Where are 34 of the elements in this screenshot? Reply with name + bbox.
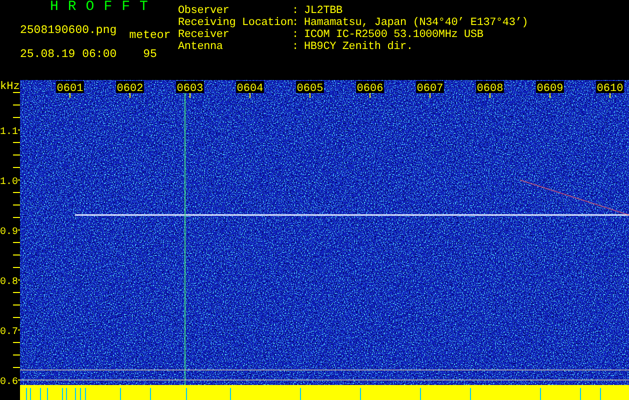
info-colon: : <box>292 17 300 29</box>
app-title: HROFFT <box>50 0 158 15</box>
info-colon: : <box>292 5 300 17</box>
info-value: HB9CY Zenith dir. <box>304 41 414 53</box>
info-label: Receiver <box>178 29 230 41</box>
time-label: 0601 <box>56 81 84 95</box>
time-label: 0605 <box>296 81 324 95</box>
info-label: Observer <box>178 5 230 17</box>
count-label: meteor <box>129 29 171 42</box>
time-label: 0602 <box>116 81 144 95</box>
timestamp: 25.08.19 06:00 <box>20 48 117 61</box>
info-value: Hamamatsu, Japan (N34°40’ E137°43’) <box>304 17 528 29</box>
unit-label: kHz <box>0 81 20 93</box>
info-colon: : <box>292 41 300 53</box>
info-colon: : <box>292 29 300 41</box>
info-label: Antenna <box>178 41 224 53</box>
time-label: 0603 <box>176 81 204 95</box>
frequency-label: 0.9 <box>0 227 18 238</box>
info-value: JL2TBB <box>304 5 344 17</box>
time-label: 0610 <box>596 81 624 95</box>
frequency-label: 0.8 <box>0 277 18 288</box>
time-label: 0604 <box>236 81 264 95</box>
frequency-label: 0.6 <box>0 377 18 388</box>
count-value: 95 <box>143 48 157 61</box>
file-name: 2508190600.png <box>20 24 117 37</box>
time-label: 0607 <box>416 81 444 95</box>
frequency-label: 1.0 <box>0 177 18 188</box>
time-label: 0609 <box>536 81 564 95</box>
time-label: 0606 <box>356 81 384 95</box>
frequency-label: 1.1 <box>0 127 18 138</box>
info-value: ICOM IC-R2500 53.1000MHz USB <box>304 29 484 41</box>
info-label: Receiving Location <box>178 17 292 29</box>
frequency-label: 0.7 <box>0 327 18 338</box>
time-label: 0608 <box>476 81 504 95</box>
